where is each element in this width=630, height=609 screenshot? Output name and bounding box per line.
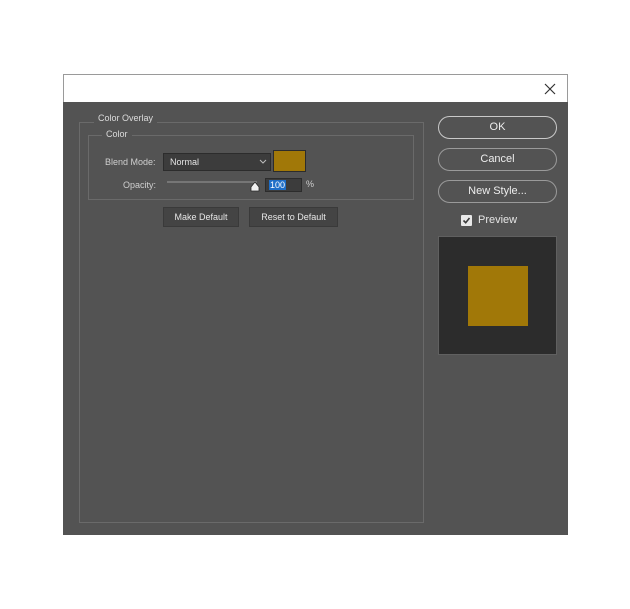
preview-label: Preview <box>478 214 518 226</box>
checkmark-icon <box>462 216 471 224</box>
opacity-input[interactable]: 100 <box>265 178 302 192</box>
blend-mode-select[interactable]: Normal <box>163 153 271 171</box>
layer-style-dialog: Color Overlay Color Blend Mode: Normal O… <box>63 102 568 535</box>
color-sub-title: Color <box>102 129 132 139</box>
preview-checkbox-row[interactable]: Preview <box>461 214 517 226</box>
blend-mode-label: Blend Mode: <box>105 157 156 167</box>
opacity-label: Opacity: <box>123 180 157 190</box>
ok-button[interactable]: OK <box>438 116 557 139</box>
opacity-unit: % <box>306 179 315 189</box>
preview-checkbox[interactable] <box>461 214 472 226</box>
opacity-value: 100 <box>269 180 287 190</box>
blend-mode-value: Normal <box>170 157 200 167</box>
preview-swatch <box>468 266 528 326</box>
opacity-slider-thumb[interactable] <box>250 182 260 192</box>
close-button[interactable] <box>539 78 561 100</box>
dialog-titlebar <box>63 74 568 102</box>
make-default-button[interactable]: Make Default <box>163 207 239 227</box>
overlay-color-swatch[interactable] <box>273 150 306 172</box>
cancel-button[interactable]: Cancel <box>438 148 557 171</box>
chevron-down-icon <box>259 159 267 164</box>
opacity-slider-track[interactable] <box>167 181 257 183</box>
color-overlay-title: Color Overlay <box>94 113 158 123</box>
new-style-button[interactable]: New Style... <box>438 180 557 203</box>
reset-to-default-button[interactable]: Reset to Default <box>249 207 338 227</box>
close-icon <box>544 83 556 95</box>
style-preview <box>438 236 557 355</box>
